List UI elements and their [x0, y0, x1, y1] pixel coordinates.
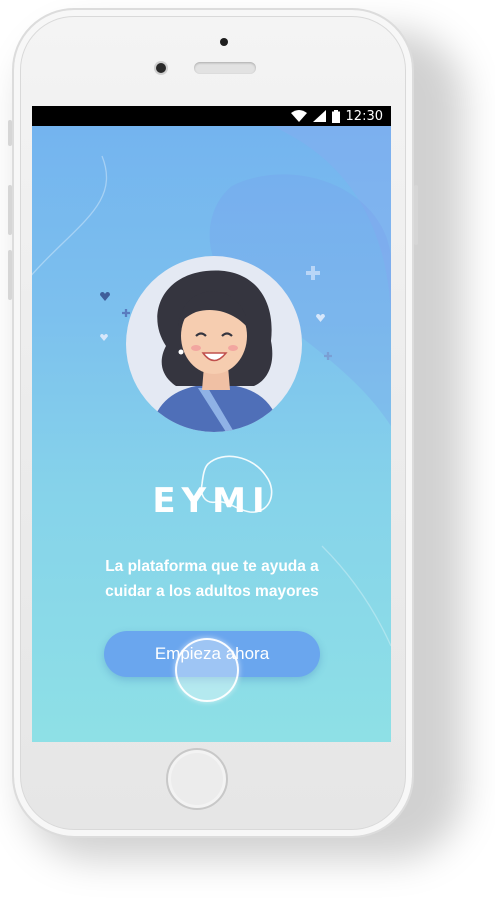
power-button [414, 185, 418, 245]
phone-screen: 12:30 EYMI La plataforma que te ayuda a … [32, 106, 391, 742]
volume-down-button [8, 250, 12, 300]
tagline: La plataforma que te ayuda a cuidar a lo… [105, 558, 319, 600]
wifi-icon [290, 110, 307, 122]
caregiver-illustration [151, 270, 281, 432]
cellular-signal-icon [312, 110, 326, 122]
heart-icon [316, 314, 325, 322]
brand-logo-text: EYMI [152, 481, 271, 521]
caregiver-avatar [126, 256, 302, 432]
home-button[interactable] [166, 748, 228, 810]
proximity-sensor [220, 38, 228, 46]
touch-indicator [175, 638, 239, 702]
mute-switch [8, 120, 12, 146]
volume-up-button [8, 185, 12, 235]
onboarding-screen: EYMI La plataforma que te ayuda a cuidar… [32, 126, 391, 742]
front-camera [156, 63, 166, 73]
heart-icon [100, 292, 110, 301]
earpiece-speaker [194, 62, 256, 74]
status-time: 12:30 [345, 108, 383, 124]
heart-icon [100, 334, 108, 341]
plus-icon [324, 352, 332, 360]
status-bar: 12:30 [32, 106, 391, 126]
plus-icon [122, 309, 130, 317]
battery-icon [331, 109, 340, 123]
plus-icon [306, 266, 320, 280]
